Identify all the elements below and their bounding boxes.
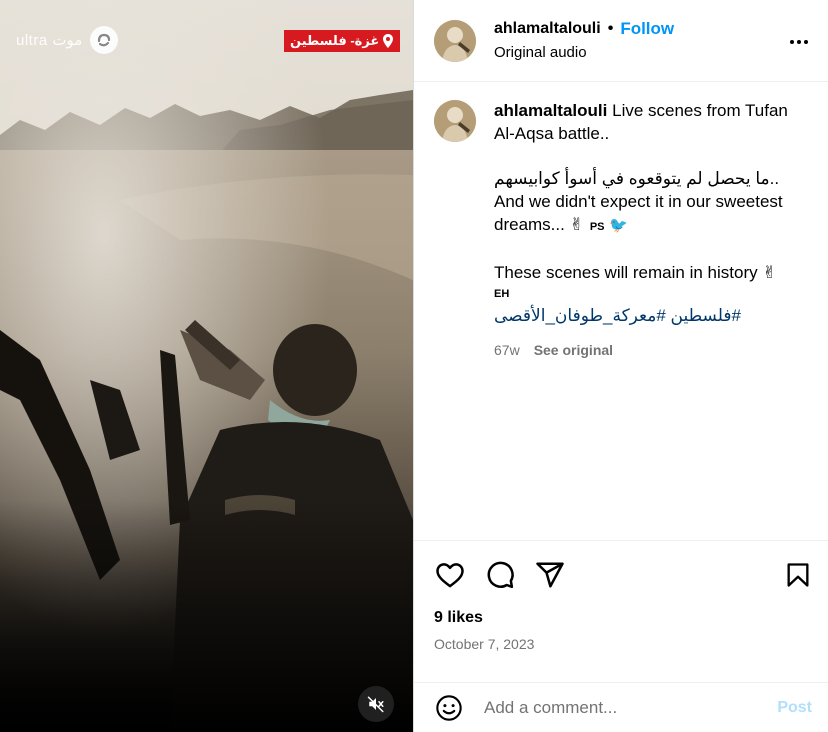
heart-icon xyxy=(436,563,464,588)
save-button[interactable] xyxy=(782,559,814,591)
map-pin-icon xyxy=(383,33,394,48)
bookmark-icon xyxy=(787,563,809,587)
location-badge: غزة- فلسطين xyxy=(284,30,401,52)
likes-count[interactable]: 9 likes xyxy=(434,609,810,627)
caption-section: ahlamaltalouli Live scenes from Tufan Al… xyxy=(414,82,828,540)
original-audio-link[interactable]: Original audio xyxy=(494,44,674,61)
location-text: غزة- فلسطين xyxy=(290,32,380,48)
caption-tag-ps: PS xyxy=(589,221,605,233)
comment-button[interactable] xyxy=(484,559,516,591)
comment-input[interactable] xyxy=(484,697,778,718)
post-comment-button[interactable]: Post xyxy=(777,699,812,717)
bird-emoji: 🐦 xyxy=(609,217,628,234)
post-date: October 7, 2023 xyxy=(434,636,535,652)
post-dialog: ultra موت غزة- فلسطين ahlamaltalouli • F… xyxy=(0,0,828,732)
actions-section: 9 likes October 7, 2023 xyxy=(414,540,828,682)
video-watermark: ultra موت xyxy=(16,26,119,54)
caption-username[interactable]: ahlamaltalouli xyxy=(494,101,607,120)
caption-line-4: These scenes will remain in history ✌ xyxy=(494,263,777,282)
avatar[interactable] xyxy=(434,19,476,62)
watermark-logo-icon xyxy=(90,26,119,54)
video-player[interactable]: ultra موت غزة- فلسطين xyxy=(0,0,413,732)
caption-avatar[interactable] xyxy=(434,100,476,142)
follow-button[interactable]: Follow xyxy=(620,19,674,39)
post-details-panel: ahlamaltalouli • Follow Original audio a… xyxy=(413,0,828,732)
comment-bar: Post xyxy=(414,682,828,732)
emoji-icon xyxy=(436,694,462,721)
mute-button[interactable] xyxy=(358,686,394,722)
caption-tag-eh: EH xyxy=(494,288,510,300)
caption-line-3: And we didn't expect it in our sweetest … xyxy=(494,192,783,234)
post-age[interactable]: 67w xyxy=(494,339,520,362)
caption-text: ahlamaltalouli Live scenes from Tufan Al… xyxy=(494,99,804,362)
watermark-text: ultra موت xyxy=(16,32,83,49)
like-button[interactable] xyxy=(434,559,466,591)
share-icon xyxy=(536,562,564,588)
header-username[interactable]: ahlamaltalouli xyxy=(494,20,601,38)
emoji-button[interactable] xyxy=(434,693,464,723)
caption-hashtags[interactable]: #فلسطين #معركة_طوفان_الأقصى xyxy=(494,304,804,327)
caption-line-arabic: ..ما يحصل لم يتوقعوه في أسوأ كوابيسهم xyxy=(494,169,780,188)
header-separator: • xyxy=(607,19,614,37)
post-header: ahlamaltalouli • Follow Original audio xyxy=(414,0,828,82)
comment-icon xyxy=(487,561,514,589)
share-button[interactable] xyxy=(534,559,566,591)
video-frame xyxy=(0,0,413,732)
see-original-link[interactable]: See original xyxy=(534,339,613,362)
more-options-icon[interactable] xyxy=(790,36,808,48)
mute-icon xyxy=(367,696,384,713)
